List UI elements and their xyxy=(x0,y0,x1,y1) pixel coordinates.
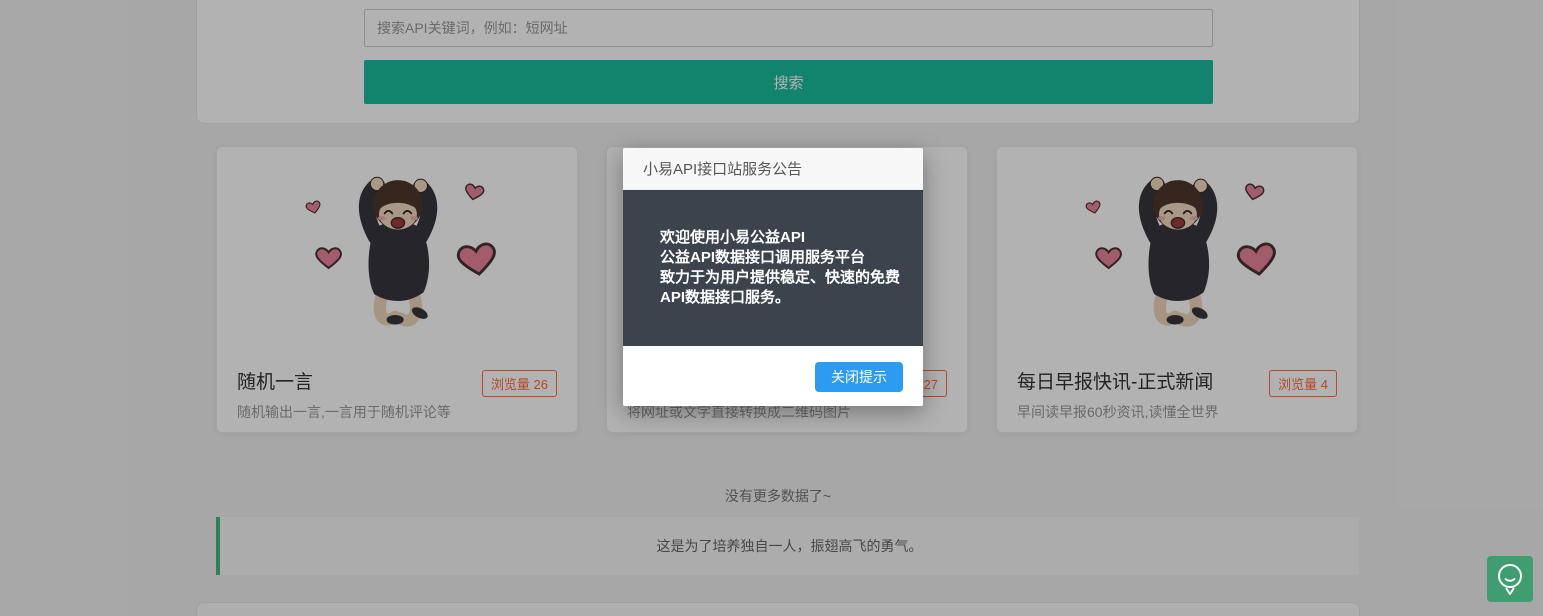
announcement-line: 致力于为用户提供稳定、快速的免费API数据接口服务。 xyxy=(660,269,901,306)
modal-body: 欢迎使用小易公益API 公益API数据接口调用服务平台 致力于为用户提供稳定、快… xyxy=(623,190,923,346)
page: 搜索 随机一言 浏览量 26 随机输出一言,一言用于随机评论等 浏览量 27 将… xyxy=(0,0,1543,616)
modal-header: 小易API接口站服务公告 xyxy=(623,148,923,190)
modal-title: 小易API接口站服务公告 xyxy=(643,161,803,178)
announcement-line: 公益API数据接口调用服务平台 xyxy=(660,249,866,266)
chat-balloon-icon xyxy=(1495,562,1525,596)
chat-widget-button[interactable] xyxy=(1487,556,1533,602)
modal-footer: 关闭提示 xyxy=(623,346,923,406)
announcement-modal: 小易API接口站服务公告 欢迎使用小易公益API 公益API数据接口调用服务平台… xyxy=(623,148,923,406)
announcement-line: 欢迎使用小易公益API xyxy=(660,229,806,246)
close-notice-button[interactable]: 关闭提示 xyxy=(815,362,903,392)
